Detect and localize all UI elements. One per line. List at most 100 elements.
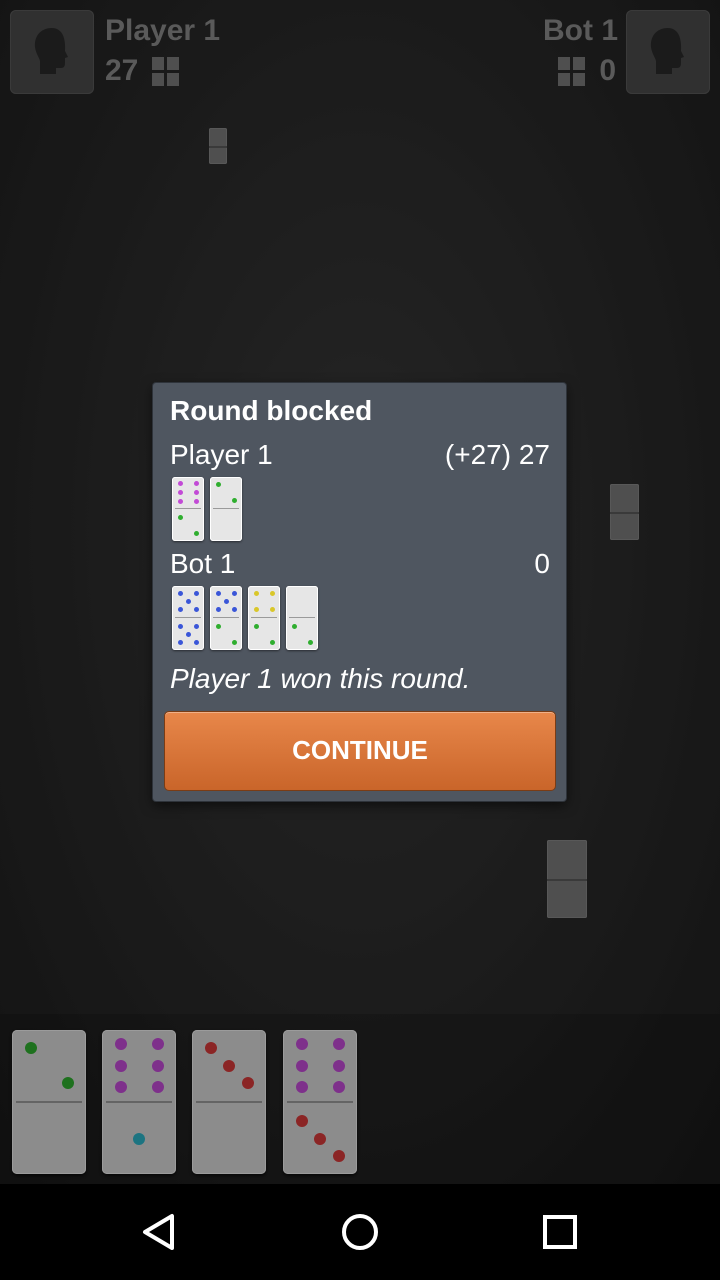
home-icon[interactable]: [336, 1208, 384, 1256]
hand-domino[interactable]: [102, 1030, 176, 1174]
pip: [193, 490, 199, 495]
pip: [151, 1080, 164, 1093]
player1-score: 27: [105, 54, 139, 87]
pip: [295, 1080, 308, 1093]
domino-half: [210, 619, 242, 650]
pip: [215, 606, 221, 612]
pip: [177, 606, 183, 612]
pip: [204, 1041, 217, 1054]
pip: [332, 1080, 345, 1093]
pip: [177, 591, 183, 597]
pip: [193, 499, 199, 505]
domino-half: [12, 1103, 86, 1174]
pip: [114, 1038, 127, 1051]
bot1-avatar: [626, 10, 710, 94]
pip: [151, 1059, 164, 1072]
hand-domino[interactable]: [192, 1030, 266, 1174]
bot1-score: 0: [599, 54, 616, 87]
recents-icon[interactable]: [536, 1208, 584, 1256]
domino-divider: [175, 508, 201, 509]
result-domino: [172, 477, 204, 541]
boneyard-icon: [558, 57, 586, 87]
continue-button[interactable]: CONTINUE: [164, 711, 556, 791]
pip: [177, 480, 183, 486]
pip: [314, 1132, 326, 1145]
domino-divider: [213, 617, 239, 618]
pip: [177, 499, 183, 505]
boneyard-icon: [152, 57, 180, 87]
pip: [177, 639, 183, 645]
domino-half: [102, 1103, 176, 1174]
pip: [151, 1038, 164, 1051]
domino-half: [283, 1030, 357, 1101]
player1-name: Player 1: [105, 14, 221, 47]
pip: [215, 591, 221, 597]
pip: [241, 1077, 254, 1090]
domino-half: [286, 586, 318, 617]
person-icon: [650, 28, 684, 74]
pip: [253, 591, 259, 597]
domino-divider: [251, 617, 277, 618]
round-winner-message: Player 1 won this round.: [170, 663, 471, 694]
navigation-bar: [0, 1184, 720, 1280]
hand-domino[interactable]: [12, 1030, 86, 1174]
pip: [223, 1059, 235, 1072]
pip: [193, 606, 199, 612]
pip: [193, 624, 199, 630]
pip: [177, 515, 183, 521]
player1-avatar: [10, 10, 94, 94]
result-domino: [248, 586, 280, 650]
domino-half: [210, 477, 242, 508]
domino-divider: [289, 617, 315, 618]
pip: [177, 490, 183, 495]
domino-half: [283, 1103, 357, 1174]
result-bot-name: Bot 1: [170, 548, 236, 579]
pip: [114, 1080, 127, 1093]
pip: [269, 606, 275, 612]
pip: [193, 591, 199, 597]
pip: [332, 1038, 345, 1051]
domino-half: [210, 586, 242, 617]
pip: [215, 482, 221, 488]
domino-half: [210, 510, 242, 541]
pip: [114, 1059, 127, 1072]
pip: [295, 1038, 308, 1051]
result-domino: [172, 586, 204, 650]
pip: [231, 639, 237, 645]
round-result-dialog: Round blocked Player 1 (+27) 27 Bot 1 0 …: [153, 383, 566, 801]
pip: [295, 1059, 308, 1072]
hand-domino[interactable]: [283, 1030, 357, 1174]
pip: [253, 624, 259, 630]
board-domino: [547, 840, 587, 918]
pip: [291, 624, 297, 630]
pip: [269, 591, 275, 597]
domino-half: [102, 1030, 176, 1101]
pip: [231, 606, 237, 612]
pip: [231, 497, 237, 503]
result-bot-score: 0: [534, 548, 550, 579]
bot1-name: Bot 1: [543, 14, 618, 47]
result-player-score: (+27) 27: [444, 439, 550, 470]
domino-half: [172, 510, 204, 541]
pip: [193, 530, 199, 536]
pip: [61, 1077, 74, 1090]
result-domino: [210, 477, 242, 541]
pip: [185, 599, 191, 604]
domino-half: [286, 619, 318, 650]
domino-half: [172, 619, 204, 650]
dialog-title: Round blocked: [170, 395, 373, 426]
result-domino: [210, 586, 242, 650]
pip: [177, 624, 183, 630]
back-icon[interactable]: [136, 1208, 184, 1256]
pip: [332, 1059, 345, 1072]
domino-half: [192, 1103, 266, 1174]
pip: [24, 1041, 37, 1054]
pip: [231, 591, 237, 597]
domino-half: [12, 1030, 86, 1101]
domino-half: [248, 619, 280, 650]
domino-divider: [175, 617, 201, 618]
pip: [332, 1150, 345, 1163]
pip: [223, 599, 229, 604]
domino-half: [172, 586, 204, 617]
domino-half: [248, 586, 280, 617]
